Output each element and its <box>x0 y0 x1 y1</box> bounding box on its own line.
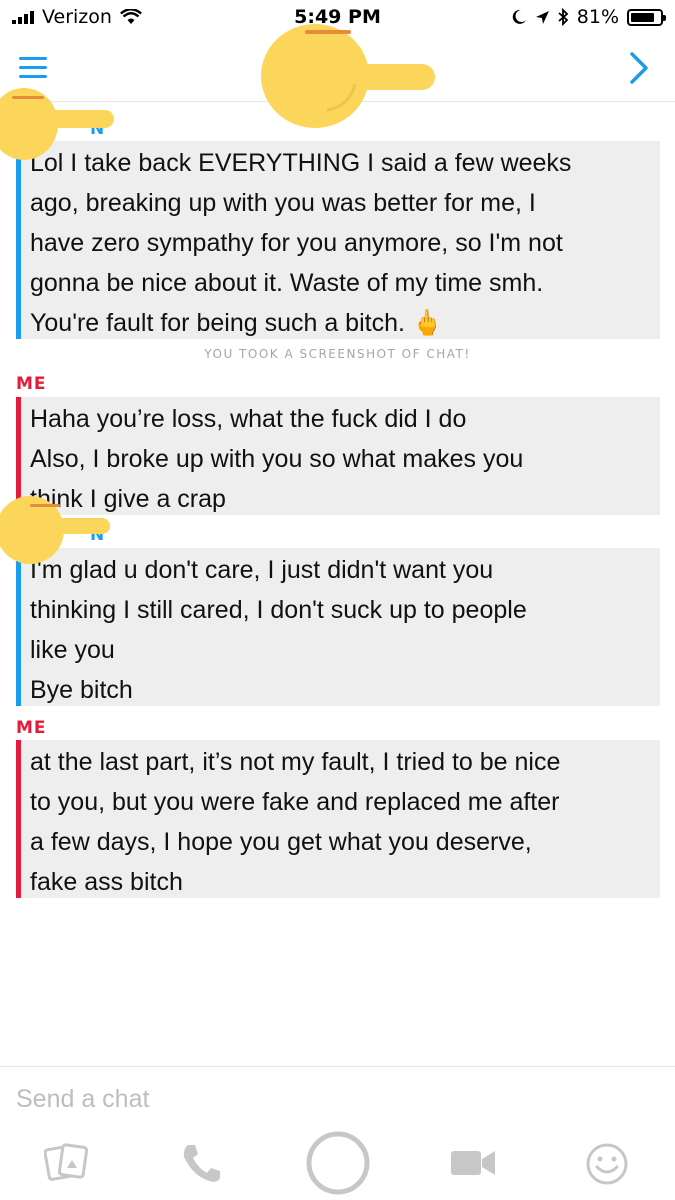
middle-finger-sticker-icon <box>0 496 110 564</box>
message-text: Haha you’re loss, what the fuck did I do… <box>30 405 524 513</box>
video-icon[interactable] <box>450 1148 496 1178</box>
smiley-icon[interactable] <box>585 1142 629 1186</box>
sender-label: ME <box>16 374 47 394</box>
menu-icon[interactable] <box>18 52 48 82</box>
sender-label: ME <box>16 718 47 738</box>
message-text: I'm glad u don't care, I just didn't wan… <box>30 556 527 704</box>
battery-percent: 81% <box>576 6 619 28</box>
cards-icon[interactable] <box>44 1142 90 1182</box>
battery-icon <box>627 8 666 26</box>
middle-finger-sticker-icon <box>0 88 114 160</box>
location-icon <box>535 10 549 24</box>
chevron-right-icon[interactable] <box>627 50 651 86</box>
message-bubble: Lol I take back EVERYTHING I said a few … <box>16 141 660 339</box>
message-text: at the last part, it’s not my fault, I t… <box>30 748 561 896</box>
phone-icon[interactable] <box>180 1142 224 1184</box>
chat-input[interactable] <box>16 1081 636 1117</box>
message-text: Lol I take back EVERYTHING I said a few … <box>30 149 572 337</box>
chat-composer <box>0 1066 675 1128</box>
middle-finger-sticker-icon <box>261 24 435 128</box>
message-bubble: at the last part, it’s not my fault, I t… <box>16 740 660 898</box>
bottom-toolbar <box>0 1128 675 1200</box>
bluetooth-icon <box>558 8 569 26</box>
screenshot-notice: YOU TOOK A SCREENSHOT OF CHAT! <box>204 347 471 361</box>
moon-icon <box>512 9 526 24</box>
capture-button[interactable] <box>305 1130 371 1196</box>
